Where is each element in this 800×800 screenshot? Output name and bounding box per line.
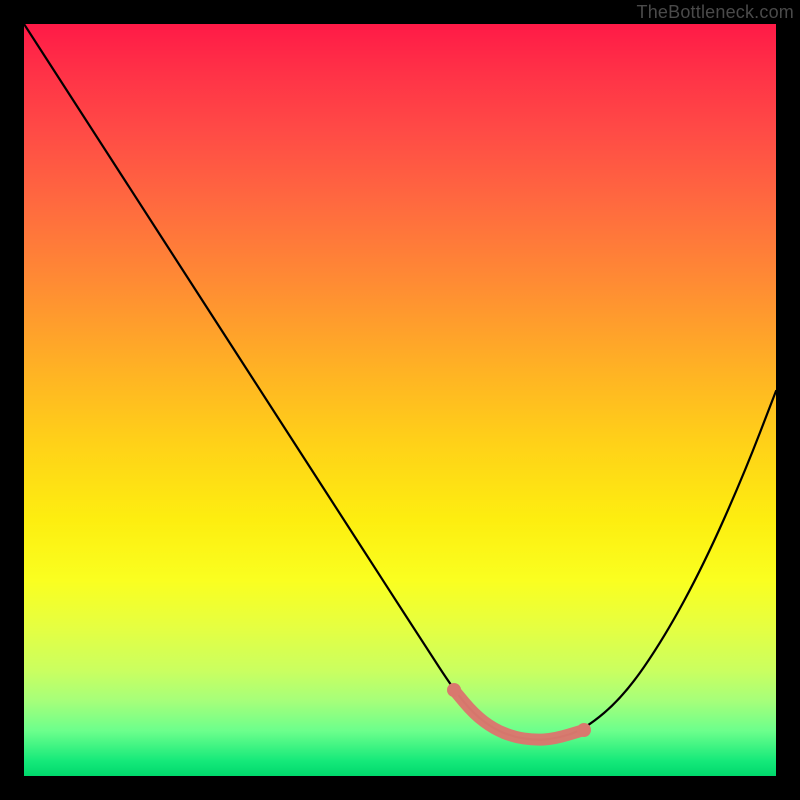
watermark-text: TheBottleneck.com bbox=[637, 2, 794, 23]
bottleneck-curve bbox=[24, 24, 776, 740]
chart-frame: TheBottleneck.com bbox=[0, 0, 800, 800]
optimal-range-start-dot bbox=[447, 683, 461, 697]
optimal-range-highlight bbox=[454, 690, 584, 740]
chart-svg bbox=[24, 24, 776, 776]
plot-area bbox=[24, 24, 776, 776]
optimal-range-end-dot bbox=[577, 723, 591, 737]
